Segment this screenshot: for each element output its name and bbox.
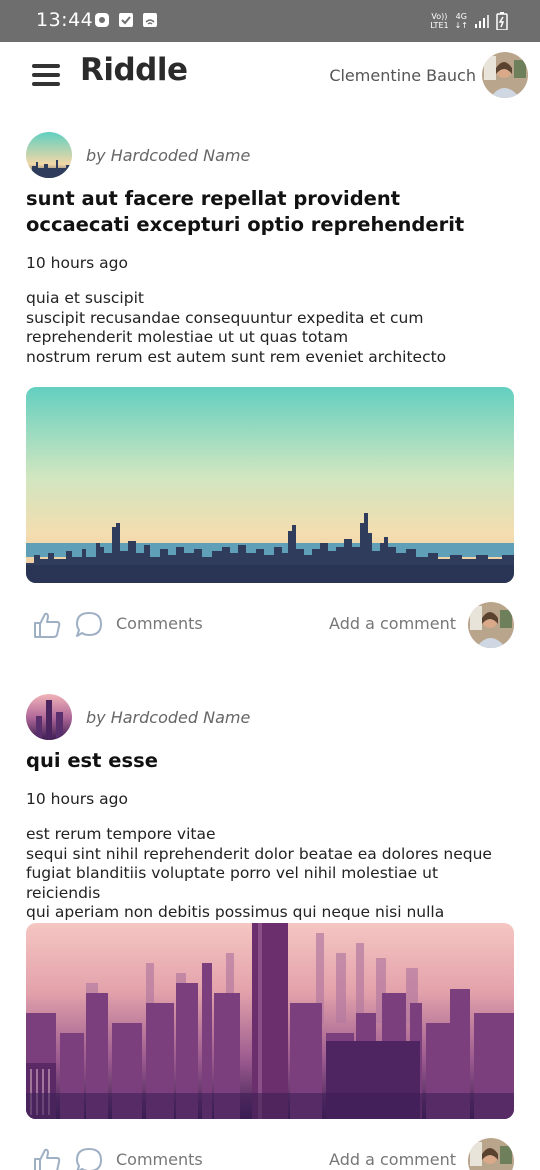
post-actions: Comments Add a comment bbox=[0, 600, 540, 650]
hamburger-icon[interactable] bbox=[32, 64, 60, 86]
commenter-avatar[interactable] bbox=[468, 1138, 514, 1170]
app-logo: Riddle bbox=[80, 52, 188, 88]
post-title[interactable]: sunt aut facere repellat provident occae… bbox=[26, 186, 496, 238]
author-avatar[interactable] bbox=[26, 694, 72, 740]
post-image[interactable] bbox=[26, 387, 514, 583]
post-body: est rerum tempore vitae sequi sint nihil… bbox=[26, 825, 492, 921]
app-bar: Riddle Clementine Bauch bbox=[0, 42, 540, 110]
notification-icon bbox=[95, 13, 109, 27]
post-actions: Comments Add a comment bbox=[0, 1136, 540, 1170]
comments-link[interactable]: Comments bbox=[116, 1150, 203, 1169]
post-body: quia et suscipit suscipit recusandae con… bbox=[26, 289, 447, 366]
battery-icon bbox=[496, 12, 508, 30]
check-icon bbox=[119, 13, 133, 27]
network-indicator: Vo)) LTE1 bbox=[430, 12, 449, 30]
cast-icon bbox=[143, 13, 157, 27]
signal-icon bbox=[475, 15, 489, 28]
post-image[interactable] bbox=[26, 923, 514, 1119]
commenter-avatar[interactable] bbox=[468, 602, 514, 648]
status-right: Vo)) LTE1 4G ↓↑ bbox=[430, 9, 508, 33]
comment-icon[interactable] bbox=[74, 610, 104, 640]
network-type: 4G ↓↑ bbox=[454, 12, 468, 30]
like-icon[interactable] bbox=[32, 1146, 62, 1170]
author-avatar[interactable] bbox=[26, 132, 72, 178]
post-author: by Hardcoded Name bbox=[86, 146, 251, 165]
post-author: by Hardcoded Name bbox=[86, 708, 251, 727]
add-comment-link[interactable]: Add a comment bbox=[329, 1150, 456, 1169]
like-icon[interactable] bbox=[32, 610, 62, 640]
add-comment-link[interactable]: Add a comment bbox=[329, 614, 456, 633]
comments-link[interactable]: Comments bbox=[116, 614, 203, 633]
status-bar: 13:44 Vo)) LTE1 4G ↓↑ bbox=[0, 0, 540, 42]
status-time: 13:44 bbox=[36, 9, 94, 31]
post-time: 10 hours ago bbox=[26, 790, 128, 808]
user-avatar[interactable] bbox=[482, 52, 528, 98]
post-time: 10 hours ago bbox=[26, 254, 128, 272]
comment-icon[interactable] bbox=[74, 1146, 104, 1170]
post-title[interactable]: qui est esse bbox=[26, 748, 496, 774]
user-name[interactable]: Clementine Bauch bbox=[329, 66, 476, 85]
